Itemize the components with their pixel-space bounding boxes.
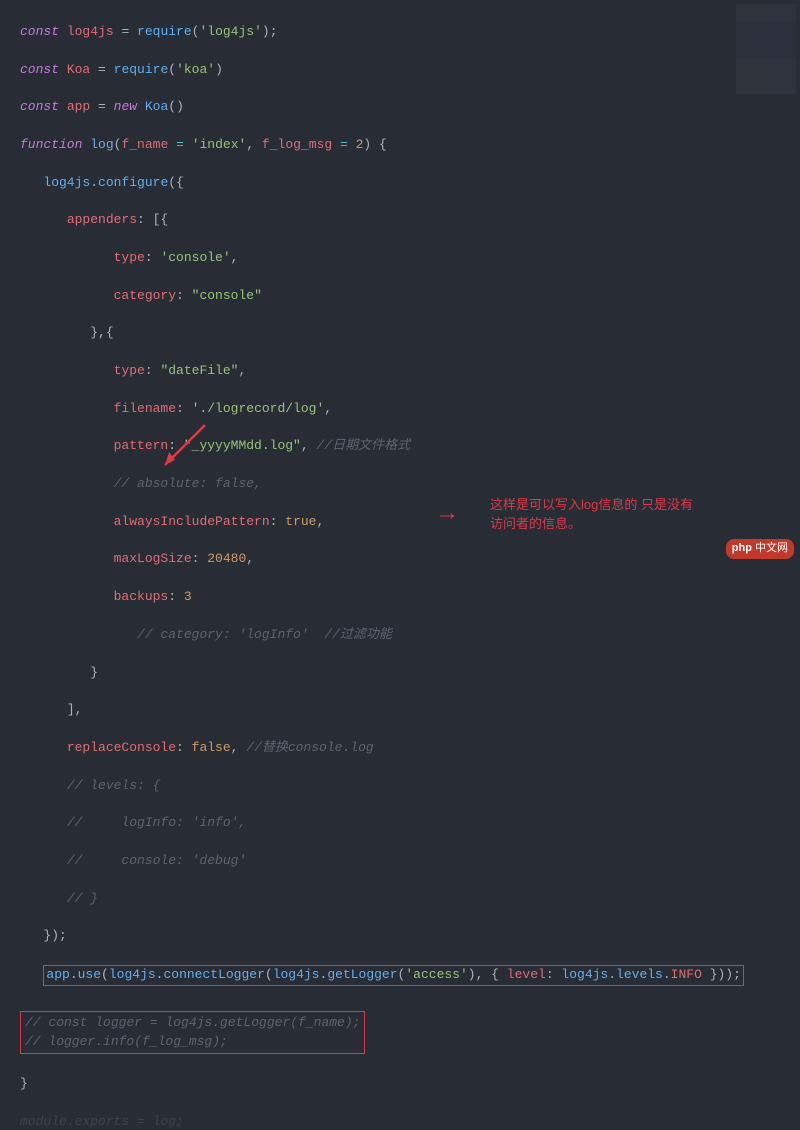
code-line: ], (20, 701, 800, 720)
code-line: }); (20, 927, 800, 946)
code-line: function log(f_name = 'index', f_log_msg… (20, 136, 800, 155)
minimap[interactable] (736, 4, 796, 94)
code-line: app.use(log4js.connectLogger(log4js.getL… (20, 965, 800, 986)
code-line: category: "console" (20, 287, 800, 306)
code-line: backups: 3 (20, 588, 800, 607)
code-line: pattern: "_yyyyMMdd.log", //日期文件格式 (20, 437, 800, 456)
annotation-text: 这样是可以写入log信息的 只是没有 访问者的信息。 (490, 496, 693, 534)
code-line: log4js.configure({ (20, 174, 800, 193)
code-line: replaceConsole: false, //替换console.log (20, 739, 800, 758)
watermark-badge: php 中文网 (726, 539, 794, 559)
highlighted-code: app.use(log4js.connectLogger(log4js.getL… (43, 965, 744, 986)
code-line: module.exports = log; (20, 1113, 800, 1130)
code-line: type: 'console', (20, 249, 800, 268)
code-line: const log4js = require('log4js'); (20, 23, 800, 42)
code-line: },{ (20, 324, 800, 343)
code-line: const Koa = require('koa') (20, 61, 800, 80)
code-line: const app = new Koa() (20, 98, 800, 117)
arrow-annotation-icon (155, 420, 215, 475)
code-line: // } (20, 890, 800, 909)
code-line: } (20, 664, 800, 683)
code-line: // absolute: false, (20, 475, 800, 494)
arrow-icon: → (440, 498, 454, 533)
code-line: // category: 'logInfo' //过滤功能 (20, 626, 800, 645)
code-line: // levels: { (20, 777, 800, 796)
code-line: // console: 'debug' (20, 852, 800, 871)
highlighted-comment-block: // const logger = log4js.getLogger(f_nam… (20, 1011, 365, 1055)
code-line: } (20, 1075, 800, 1094)
code-line: maxLogSize: 20480, (20, 550, 800, 569)
code-line: type: "dateFile", (20, 362, 800, 381)
code-line: // logInfo: 'info', (20, 814, 800, 833)
code-line: filename: './logrecord/log', (20, 400, 800, 419)
code-line: appenders: [{ (20, 211, 800, 230)
